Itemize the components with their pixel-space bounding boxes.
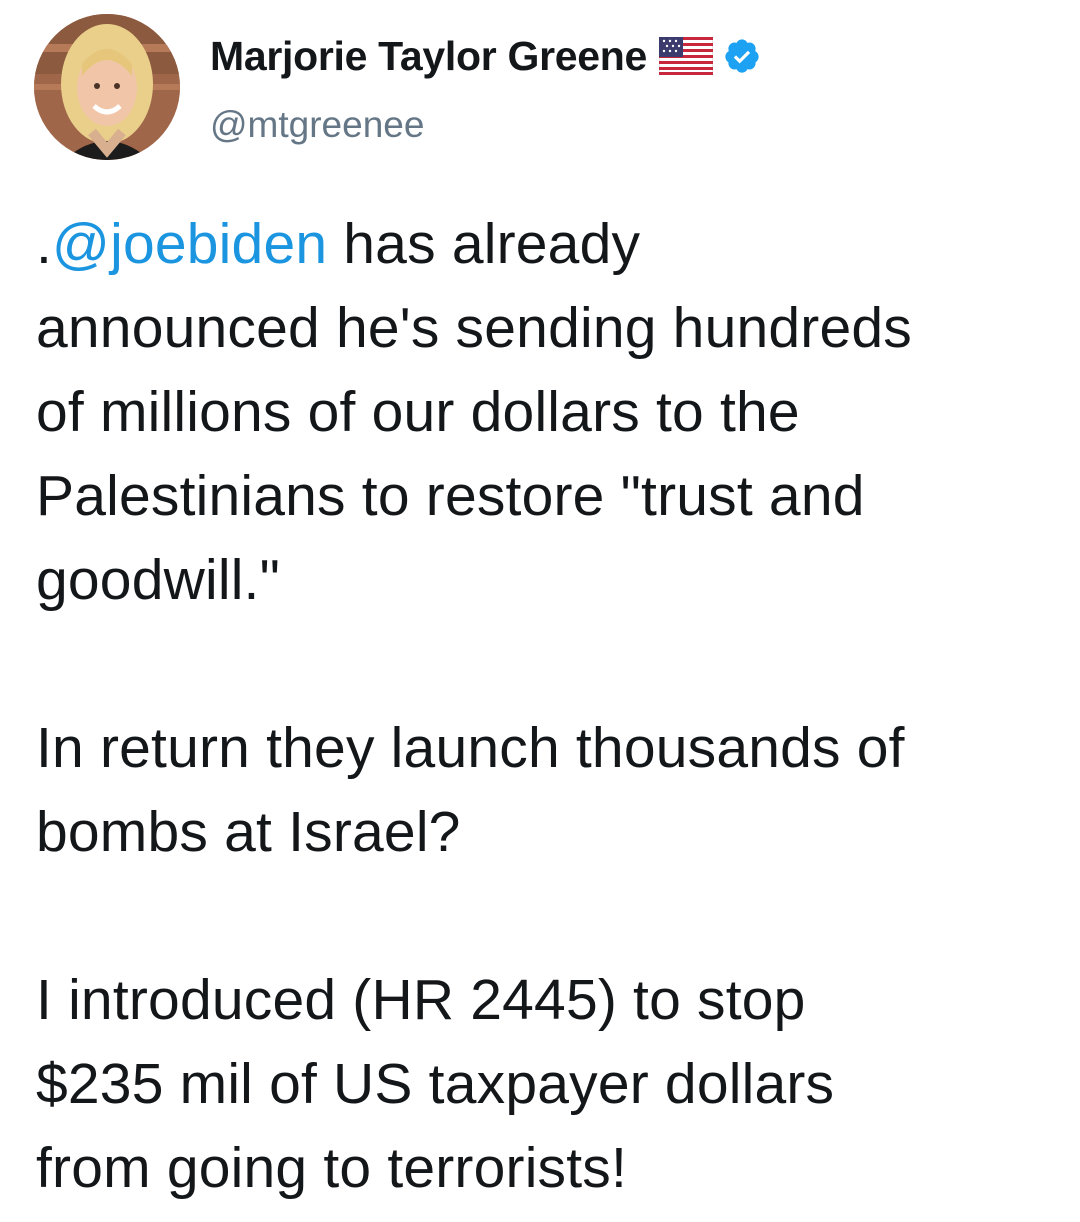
mention-link[interactable]: @joebiden [52,212,327,276]
text-line: In return they launch thousands of [36,716,905,780]
tweet-card: Marjorie Taylor Greene @mtgreenee .@joeb… [0,0,1080,1222]
text-line: announced he's sending hundreds [36,296,912,360]
author-names: Marjorie Taylor Greene @mtgreenee [210,26,761,146]
text-line: from going to terrorists! [36,1136,628,1200]
text-span: has already [327,212,641,276]
tweet-paragraph-2: In return they launch thousands of bombs… [36,706,1066,874]
tweet-text: .@joebiden has already announced he's se… [36,202,1066,1210]
author-handle[interactable]: @mtgreenee [210,104,761,146]
text-line: $235 mil of US taxpayer dollars [36,1052,835,1116]
text-line: Palestinians to restore "trust and [36,464,865,528]
text-line: goodwill." [36,548,281,612]
text-line: bombs at Israel? [36,800,461,864]
display-name-row: Marjorie Taylor Greene [210,26,761,86]
us-flag-icon [658,36,714,76]
text-line: of millions of our dollars to the [36,380,800,444]
tweet-paragraph-1: .@joebiden has already announced he's se… [36,202,1066,622]
text-line: I introduced (HR 2445) to stop [36,968,806,1032]
tweet-paragraph-3: I introduced (HR 2445) to stop $235 mil … [36,958,1066,1210]
mention-prefix: . [36,212,53,276]
verified-badge-icon [723,37,761,75]
avatar[interactable] [34,14,180,160]
tweet-header: Marjorie Taylor Greene @mtgreenee [34,14,1034,164]
display-name[interactable]: Marjorie Taylor Greene [210,33,647,80]
line: .@joebiden has already [36,212,640,276]
